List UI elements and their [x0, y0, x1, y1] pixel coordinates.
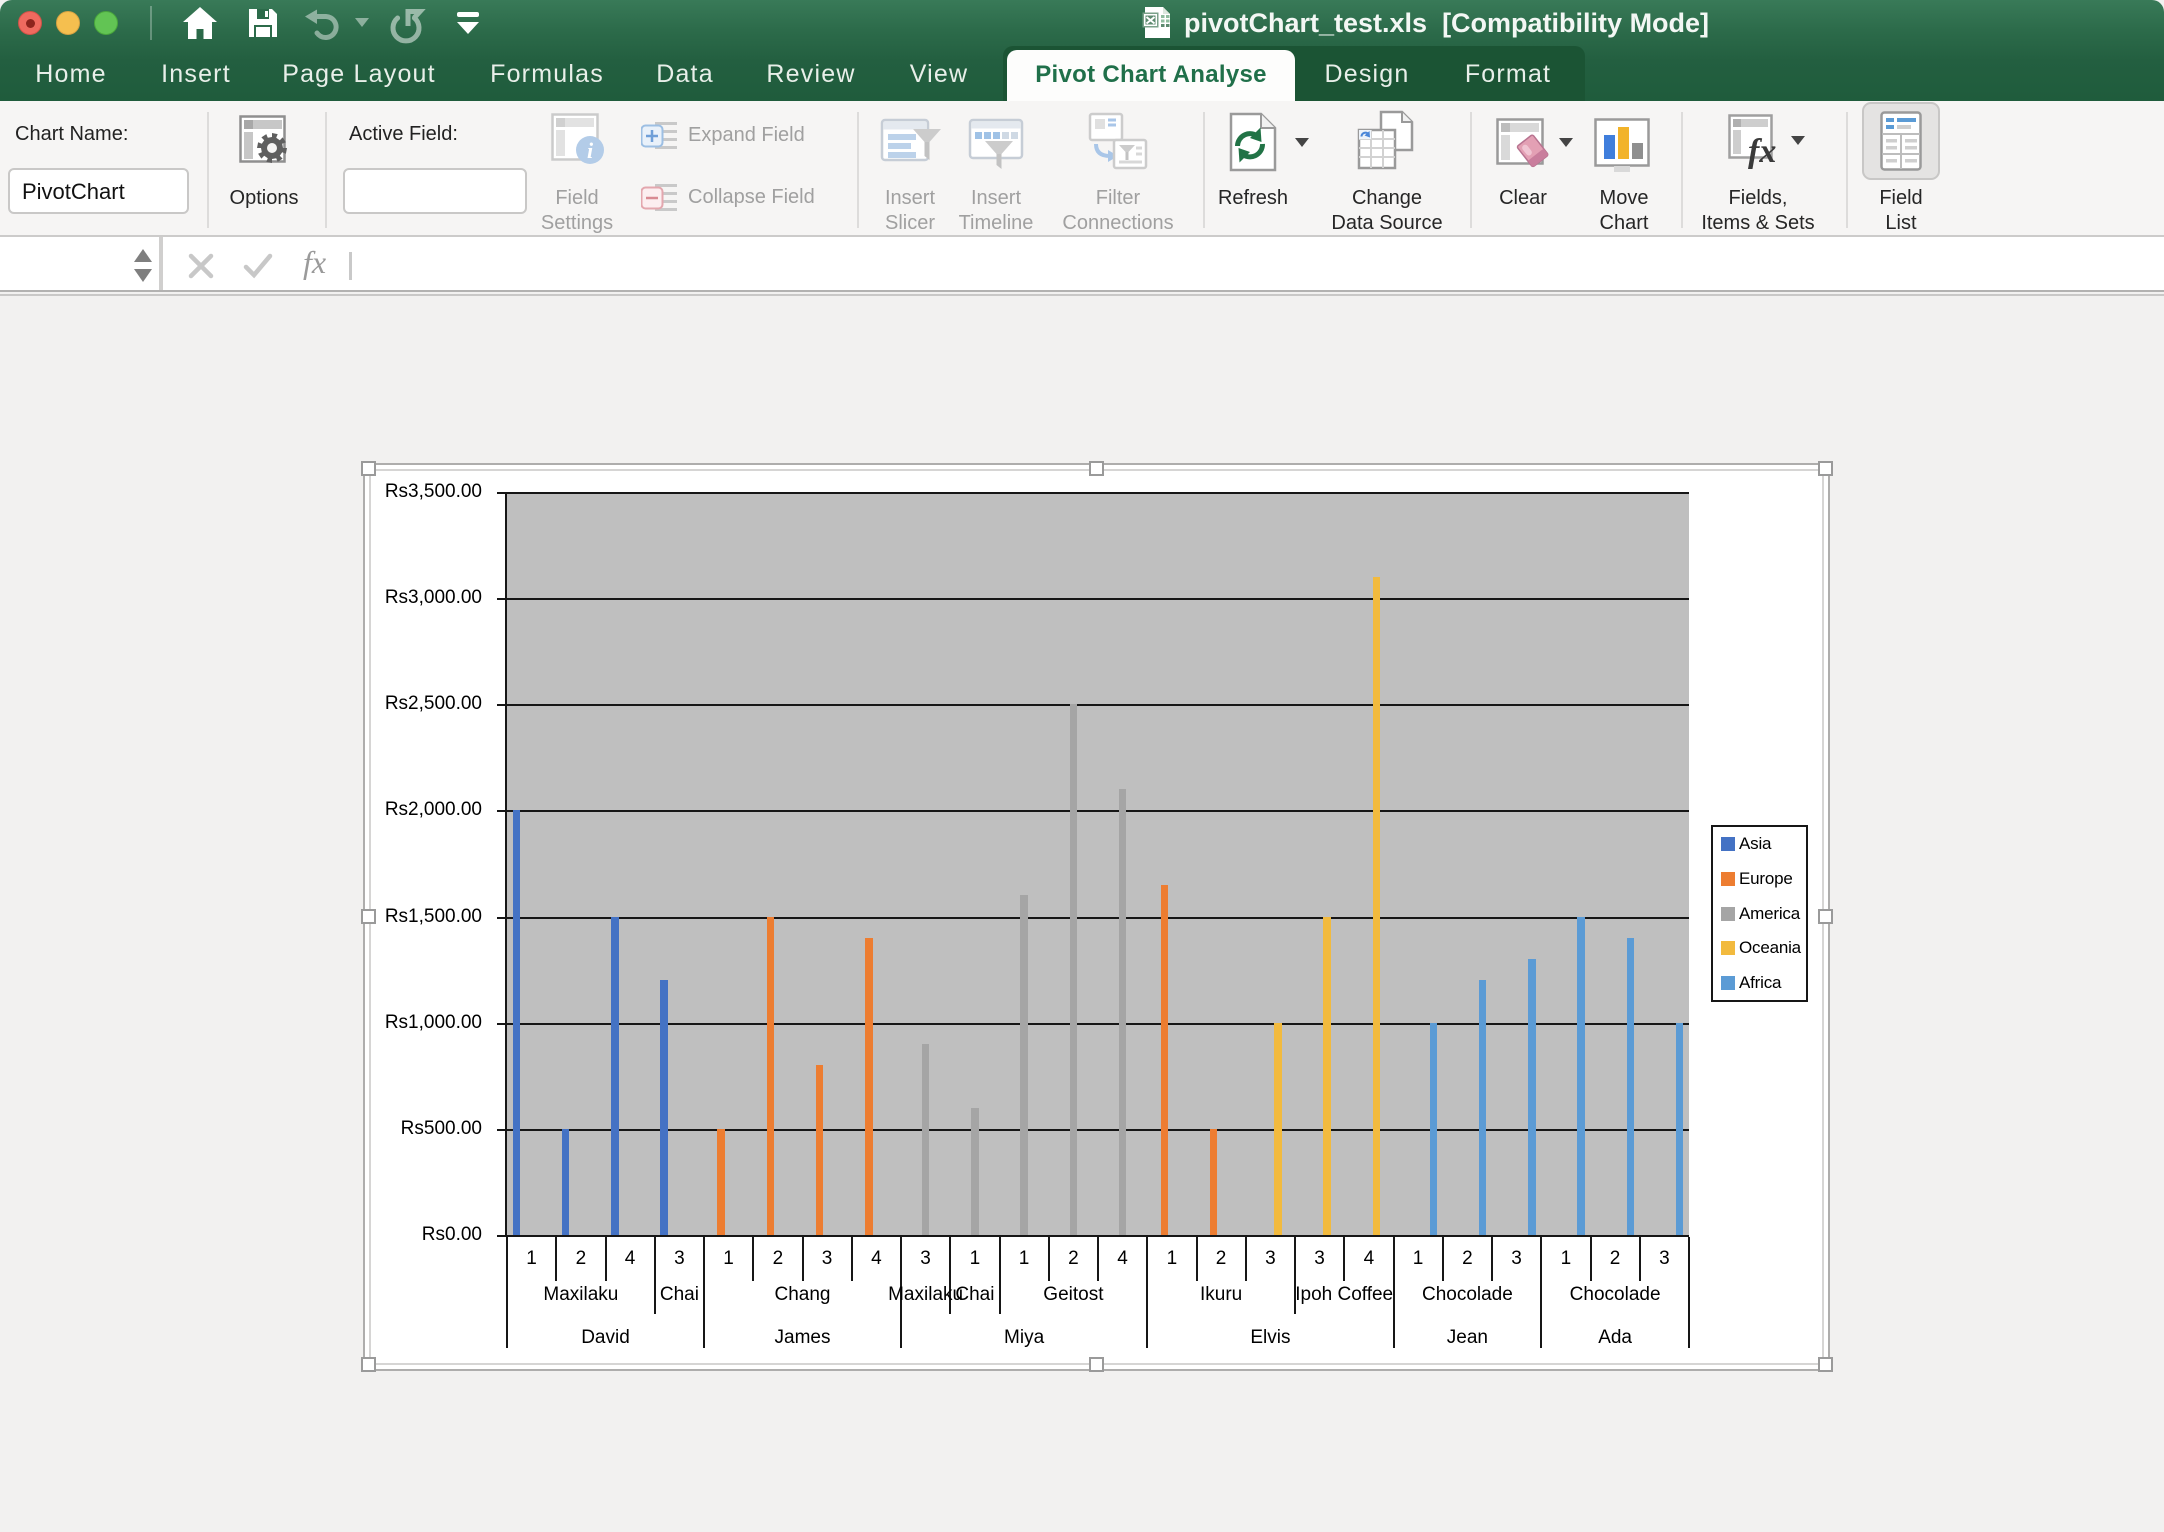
- svg-text:i: i: [587, 138, 594, 163]
- svg-text:fx: fx: [1748, 133, 1776, 170]
